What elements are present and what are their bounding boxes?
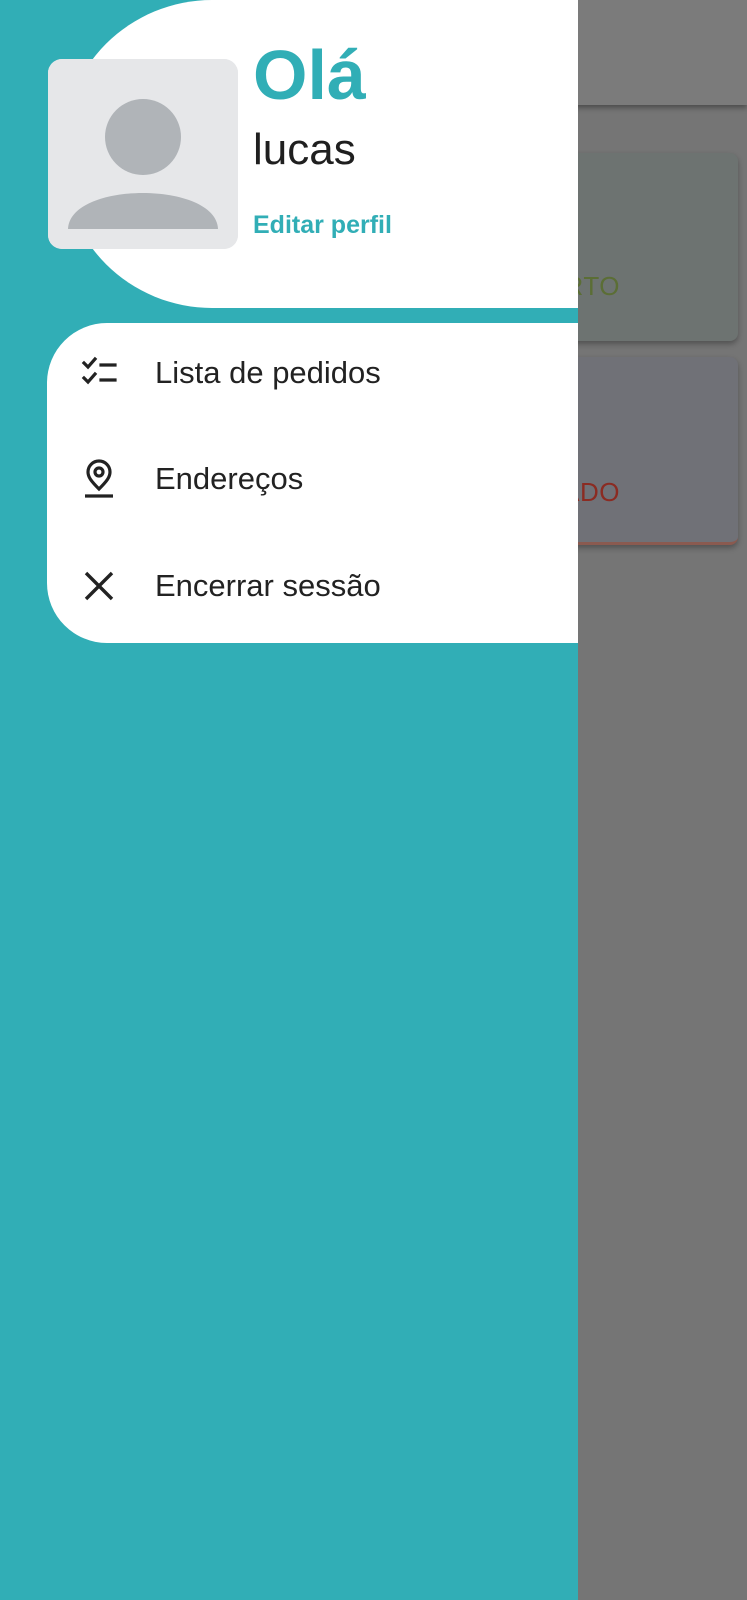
menu-item-label: Encerrar sessão bbox=[155, 568, 381, 603]
close-icon bbox=[79, 566, 119, 606]
menu-item-label: Endereços bbox=[155, 461, 304, 496]
username: lucas bbox=[253, 125, 356, 174]
avatar bbox=[48, 59, 238, 249]
navigation-drawer: Olá lucas Editar perfil Lista de pedidos bbox=[0, 0, 578, 1600]
menu-item-addresses[interactable]: Endereços bbox=[47, 429, 578, 529]
greeting-title: Olá bbox=[253, 36, 366, 114]
screen: RTO HADO Olá lucas Editar perfil Lista d… bbox=[0, 0, 747, 1600]
person-placeholder-icon bbox=[48, 59, 238, 249]
menu-item-logout[interactable]: Encerrar sessão bbox=[47, 536, 578, 636]
menu-item-label: Lista de pedidos bbox=[155, 355, 381, 390]
location-pin-icon bbox=[79, 459, 119, 499]
drawer-menu: Lista de pedidos Endereços Encerrar sess… bbox=[47, 323, 578, 643]
checklist-icon bbox=[79, 353, 119, 393]
menu-item-orders[interactable]: Lista de pedidos bbox=[47, 323, 578, 423]
edit-profile-link[interactable]: Editar perfil bbox=[253, 213, 392, 238]
